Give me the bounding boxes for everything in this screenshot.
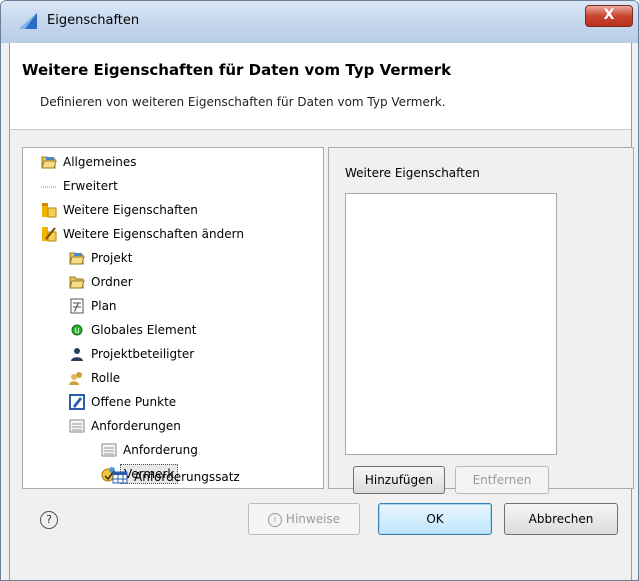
- plan-icon: [69, 298, 85, 314]
- tree-item-label: Anforderungssatz: [134, 470, 240, 484]
- properties-listbox[interactable]: [345, 193, 557, 455]
- properties-dialog: Eigenschaften X Weitere Eigenschaften fü…: [0, 0, 639, 581]
- properties-panel: Weitere Eigenschaften Hinzufügen Entfern…: [328, 147, 634, 494]
- folder-open-icon: [69, 250, 85, 266]
- tree-item-label: Offene Punkte: [91, 395, 177, 409]
- tree-item-label: Erweitert: [63, 179, 118, 193]
- weitere-eigenschaften-label: Weitere Eigenschaften: [345, 166, 480, 180]
- table-icon: [112, 469, 128, 485]
- dialog-header: Weitere Eigenschaften für Daten vom Typ …: [10, 43, 631, 130]
- help-icon[interactable]: ?: [40, 511, 58, 529]
- header-title: Weitere Eigenschaften für Daten vom Typ …: [22, 61, 452, 79]
- remove-button[interactable]: Entfernen: [455, 466, 549, 494]
- list-icon: [101, 442, 117, 458]
- dialog-client: Weitere Eigenschaften für Daten vom Typ …: [9, 43, 634, 580]
- tree-item-label: Weitere Eigenschaften: [63, 203, 198, 217]
- person-icon: [69, 346, 85, 362]
- info-icon: i: [267, 512, 282, 527]
- tree-item-label: Anforderungen: [91, 419, 181, 433]
- category-tree[interactable]: Allgemeines Erweitert Weitere Eigenschaf…: [22, 147, 324, 489]
- cancel-button[interactable]: Abbrechen: [504, 503, 618, 535]
- globe-element-icon: U: [69, 322, 85, 338]
- tree-item-label: Weitere Eigenschaften ändern: [63, 227, 244, 241]
- header-description: Definieren von weiteren Eigenschaften fü…: [40, 95, 446, 109]
- hints-button[interactable]: i Hinweise: [248, 503, 360, 535]
- svg-text:U: U: [74, 327, 79, 335]
- role-icon: [69, 370, 85, 386]
- close-button[interactable]: X: [585, 5, 633, 27]
- app-icon: [19, 13, 37, 29]
- tree-item-label: Ordner: [91, 275, 133, 289]
- title-bar: Eigenschaften X: [1, 1, 638, 43]
- tree-item-label: Projekt: [91, 251, 133, 265]
- tree-item-label: Globales Element: [91, 323, 197, 337]
- dotted-line-icon: [41, 178, 57, 194]
- properties-icon: [41, 202, 57, 218]
- tree-item-label: Projektbeteiligter: [91, 347, 195, 361]
- tree-item-label: Rolle: [91, 371, 121, 385]
- add-button[interactable]: Hinzufügen: [353, 466, 445, 494]
- window-title: Eigenschaften: [47, 13, 140, 28]
- hints-label: Hinweise: [285, 512, 341, 526]
- edit-properties-icon: [41, 226, 57, 242]
- tree-item-label: Allgemeines: [63, 155, 137, 169]
- ok-button[interactable]: OK: [378, 503, 492, 535]
- tree-item-label: Plan: [91, 299, 117, 313]
- open-points-icon: [69, 394, 85, 410]
- list-icon: [69, 418, 85, 434]
- tree-item-label: Anforderung: [123, 443, 198, 457]
- folder-open-icon: [41, 154, 57, 170]
- folder-open-icon: [69, 274, 85, 290]
